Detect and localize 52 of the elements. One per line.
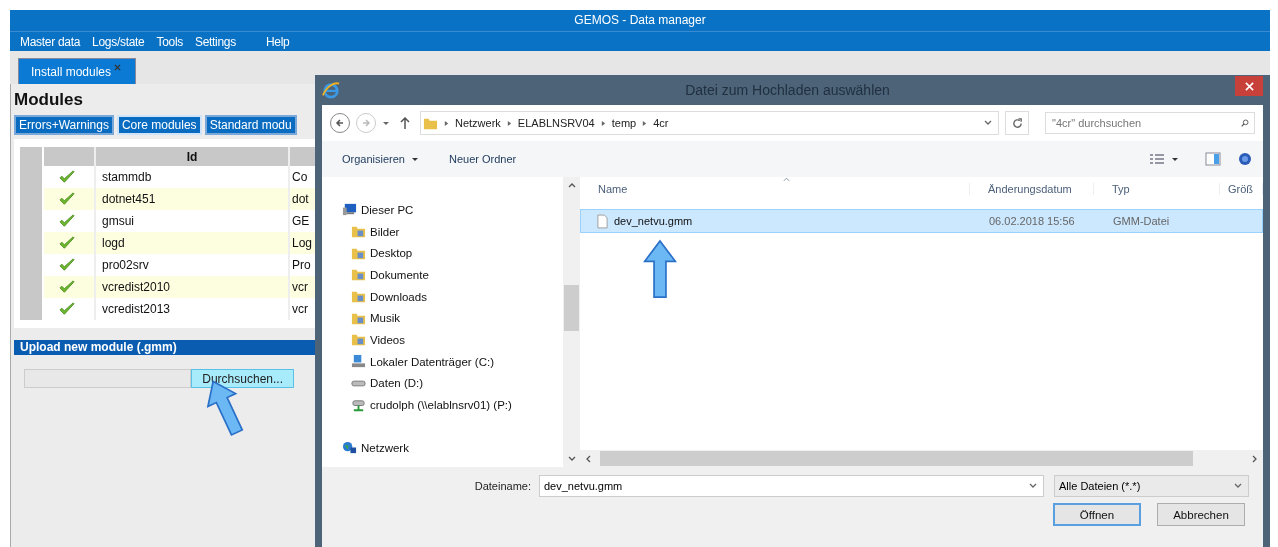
organize-menu[interactable]: Organisieren xyxy=(342,153,405,165)
filter-tab[interactable]: Errors+Warnings xyxy=(14,115,114,135)
breadcrumb[interactable]: ELABLNSRV04 xyxy=(517,117,595,129)
file-name: dev_netvu.gmm xyxy=(614,215,693,227)
table-cell: GE xyxy=(292,214,310,228)
filter-tab[interactable]: Standard modu xyxy=(204,115,297,135)
tab[interactable]: Install modules xyxy=(18,58,137,84)
file-type-dropdown[interactable]: Alle Dateien (*.*) xyxy=(1054,475,1249,497)
breadcrumb[interactable]: Netzwerk xyxy=(455,117,501,129)
nav-item[interactable]: Daten (D:) xyxy=(351,372,563,395)
window-title: GEMOS - Data manager xyxy=(10,10,1270,31)
column-header[interactable]: Größ xyxy=(1220,183,1263,195)
breadcrumb[interactable]: temp xyxy=(611,117,637,129)
panel-title: Modules xyxy=(14,90,83,110)
nav-item[interactable]: crudolph (\\elablnsrv01) (P:) xyxy=(351,394,563,416)
new-folder-button[interactable]: Neuer Ordner xyxy=(449,153,517,165)
menu-item[interactable]: Logs/state xyxy=(92,34,145,49)
field-label: Dateiname: xyxy=(474,480,531,492)
menu-item[interactable]: Settings xyxy=(194,34,236,49)
table-cell: vcr xyxy=(292,280,308,294)
table-cell: dotnet451 xyxy=(102,192,156,206)
cancel-button[interactable]: Abbrechen xyxy=(1157,503,1245,526)
table-cell: vcr xyxy=(292,302,308,316)
table-cell: Pro xyxy=(292,258,311,272)
column-header: Id xyxy=(95,147,289,166)
breadcrumb[interactable]: 4cr xyxy=(653,117,669,129)
address-bar[interactable]: Netzwerk ELABLNSRV04 temp 4cr xyxy=(420,111,999,135)
filename-field[interactable]: dev_netvu.gmm xyxy=(539,475,1044,497)
filter-tab[interactable]: Core modules xyxy=(116,115,202,135)
table-cell: vcredist2013 xyxy=(102,302,171,316)
file-type: GMM-Datei xyxy=(1112,215,1171,227)
column-header[interactable]: Typ xyxy=(1094,183,1220,195)
open-button[interactable]: Öffnen xyxy=(1053,503,1141,526)
table-cell: vcredist2010 xyxy=(102,280,171,294)
dialog-title: Datei zum Hochladen auswählen xyxy=(684,82,891,98)
search-field[interactable]: "4cr" durchsuchen xyxy=(1045,112,1255,134)
column-header[interactable]: Änderungsdatum xyxy=(970,183,1094,195)
column-header[interactable]: Name xyxy=(580,183,970,195)
nav-item[interactable]: Netzwerk xyxy=(342,436,563,459)
table-cell: dot xyxy=(292,192,309,206)
table-cell: pro02srv xyxy=(102,258,149,272)
table-cell: logd xyxy=(102,236,125,250)
table-cell: Co xyxy=(292,170,308,184)
table-cell: gmsui xyxy=(102,214,134,228)
menu-item[interactable]: Tools xyxy=(156,34,183,49)
table-cell: stammdb xyxy=(102,170,152,184)
table-cell: Log xyxy=(292,236,313,250)
menu-item[interactable]: Help xyxy=(265,34,290,49)
browse-button[interactable]: Durchsuchen... xyxy=(191,369,294,388)
menu-item[interactable]: Master data xyxy=(20,34,81,49)
file-date: 06.02.2018 15:56 xyxy=(988,215,1076,227)
file-row[interactable]: dev_netvu.gmm 06.02.2018 15:56 GMM-Datei xyxy=(580,209,1263,233)
